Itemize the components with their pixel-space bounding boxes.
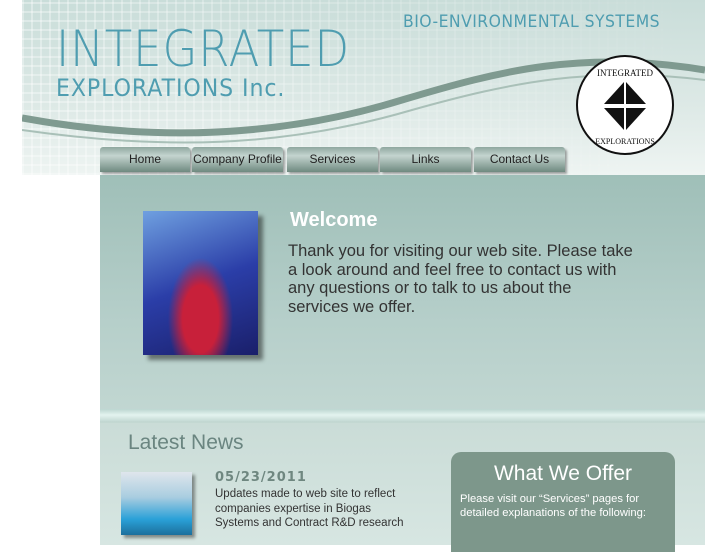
flask-image (143, 211, 258, 355)
news-date: 05/23/2011 (215, 470, 307, 485)
nav-services[interactable]: Services (287, 147, 378, 172)
what-we-offer-box: What We Offer Please visit our “Services… (451, 452, 675, 552)
svg-text:INTEGRATED: INTEGRATED (597, 68, 653, 78)
news-text: Updates made to web site to reflect comp… (215, 488, 404, 529)
svg-text:EXPLORATIONS: EXPLORATIONS (595, 137, 655, 146)
divider (100, 409, 705, 421)
welcome-title: Welcome (290, 209, 378, 231)
offer-text: Please visit our “Services” pages for de… (460, 493, 646, 519)
company-logo[interactable]: INTEGRATED EXPLORATIONS (574, 54, 676, 156)
nav-links[interactable]: Links (380, 147, 471, 172)
brand-name[interactable]: INTEGRATED (56, 20, 350, 78)
nav-company-profile[interactable]: Company Profile (192, 147, 283, 172)
nav-home[interactable]: Home (100, 147, 190, 172)
tagline: BIO-ENVIRONMENTAL SYSTEMS (403, 12, 661, 32)
nav-contact-us[interactable]: Contact Us (474, 147, 565, 172)
main-content: Welcome Thank you for visiting our web s… (100, 175, 705, 552)
welcome-text: Thank you for visiting our web site. Ple… (288, 242, 633, 316)
site-header: BIO-ENVIRONMENTAL SYSTEMS INTEGRATED EXP… (22, 0, 705, 175)
offer-title: What We Offer (493, 462, 633, 485)
latest-news-heading: Latest News (128, 431, 244, 454)
news-image (121, 472, 192, 535)
brand-subname[interactable]: EXPLORATIONS Inc. (56, 74, 285, 102)
